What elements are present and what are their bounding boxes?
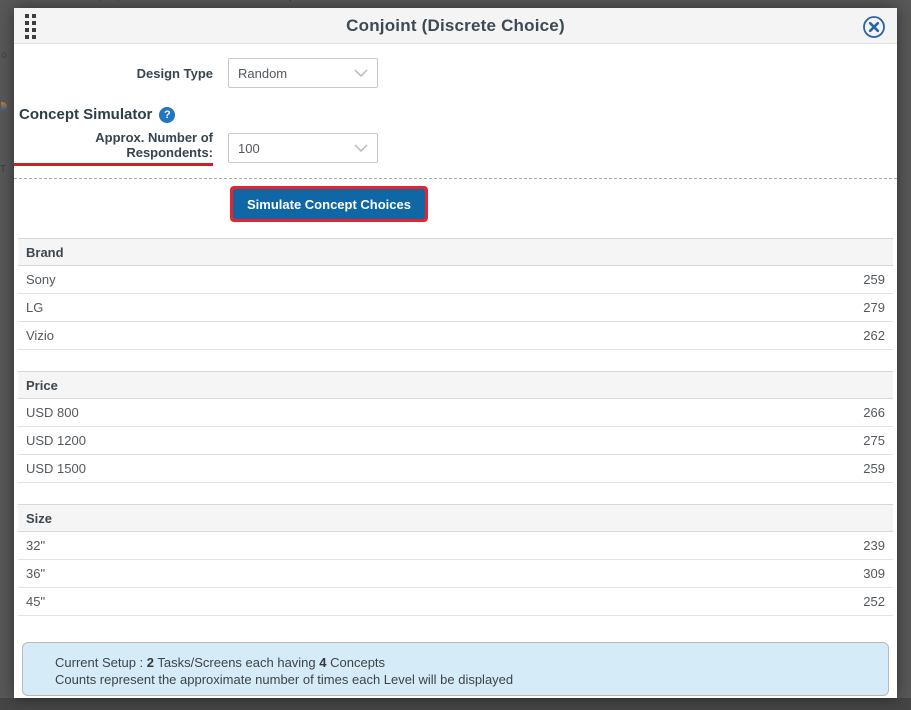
level-label: LG (26, 300, 43, 315)
close-icon[interactable] (862, 15, 886, 39)
help-icon[interactable]: ? (159, 107, 175, 123)
level-label: 36" (26, 566, 45, 581)
simulate-concept-choices-button[interactable]: Simulate Concept Choices (233, 189, 425, 219)
table-row: 45" 252 (18, 588, 893, 616)
respondents-label: Approx. Number of Respondents: (14, 130, 213, 166)
background-page-fragment: o (1, 50, 7, 61)
table-row: Sony 259 (18, 266, 893, 294)
table-header-label: Brand (26, 245, 64, 260)
level-count: 266 (863, 405, 885, 420)
table-header: Size (18, 504, 893, 532)
level-label: Vizio (26, 328, 54, 343)
level-label: 32" (26, 538, 45, 553)
simulate-button-row: Simulate Concept Choices (14, 189, 897, 219)
size-table: Size 32" 239 36" 309 45" 252 (18, 504, 893, 616)
level-count: 262 (863, 328, 885, 343)
setup-summary-line: Current Setup : 2 Tasks/Screens each hav… (55, 654, 872, 671)
concept-simulator-title: Concept Simulator (19, 106, 152, 123)
table-row: USD 1500 259 (18, 455, 893, 483)
concept-simulator-heading: Concept Simulator ? (19, 106, 897, 123)
price-table: Price USD 800 266 USD 1200 275 USD 1500 … (18, 371, 893, 483)
level-count: 252 (863, 594, 885, 609)
level-count: 275 (863, 433, 885, 448)
chevron-down-icon (354, 69, 368, 77)
level-count: 279 (863, 300, 885, 315)
drag-handle-icon[interactable] (24, 14, 46, 38)
level-label: 45" (26, 594, 45, 609)
respondents-select[interactable]: 100 (228, 133, 378, 163)
design-type-value: Random (238, 66, 287, 81)
table-row: USD 1200 275 (18, 427, 893, 455)
level-count: 259 (863, 461, 885, 476)
respondents-value: 100 (238, 141, 260, 156)
table-row: USD 800 266 (18, 399, 893, 427)
level-label: USD 1500 (26, 461, 86, 476)
table-row: Vizio 262 (18, 322, 893, 350)
page-overlay: { "modal": { "title": "Conjoint (Discret… (0, 0, 911, 710)
table-header: Price (18, 371, 893, 399)
level-count: 259 (863, 272, 885, 287)
table-header-label: Price (26, 378, 58, 393)
current-setup-note: Current Setup : 2 Tasks/Screens each hav… (22, 642, 889, 696)
design-type-select[interactable]: Random (228, 58, 378, 88)
level-label: Sony (26, 272, 56, 287)
background-page-fragment: T (0, 164, 6, 175)
design-type-row: Design Type Random (14, 58, 897, 88)
brand-table: Brand Sony 259 LG 279 Vizio 262 (18, 238, 893, 350)
chevron-down-icon (354, 144, 368, 152)
table-row: 32" 239 (18, 532, 893, 560)
table-header-label: Size (26, 511, 52, 526)
level-count: 239 (863, 538, 885, 553)
results-tables: Brand Sony 259 LG 279 Vizio 262 Price US… (18, 238, 893, 616)
background-logo-sliver (1, 102, 7, 111)
modal-body: Design Type Random Concept Simulator ? A… (14, 44, 897, 698)
level-count: 309 (863, 566, 885, 581)
counts-explanation-line: Counts represent the approximate number … (55, 671, 872, 688)
respondents-row: Approx. Number of Respondents: 100 (14, 130, 897, 166)
modal-header: Conjoint (Discrete Choice) (14, 8, 897, 44)
conjoint-modal: Conjoint (Discrete Choice) Design Type R… (14, 8, 897, 698)
level-label: USD 800 (26, 405, 79, 420)
overlay-bottom-band (0, 698, 911, 710)
design-type-label: Design Type (14, 66, 213, 81)
table-row: LG 279 (18, 294, 893, 322)
level-label: USD 1200 (26, 433, 86, 448)
background-page-fragment: ◔ (286, 0, 292, 7)
background-page-fragment: ▫ ▫ (98, 0, 126, 7)
dashed-separator (14, 178, 897, 179)
table-header: Brand (18, 238, 893, 266)
modal-title: Conjoint (Discrete Choice) (346, 16, 565, 36)
table-row: 36" 309 (18, 560, 893, 588)
